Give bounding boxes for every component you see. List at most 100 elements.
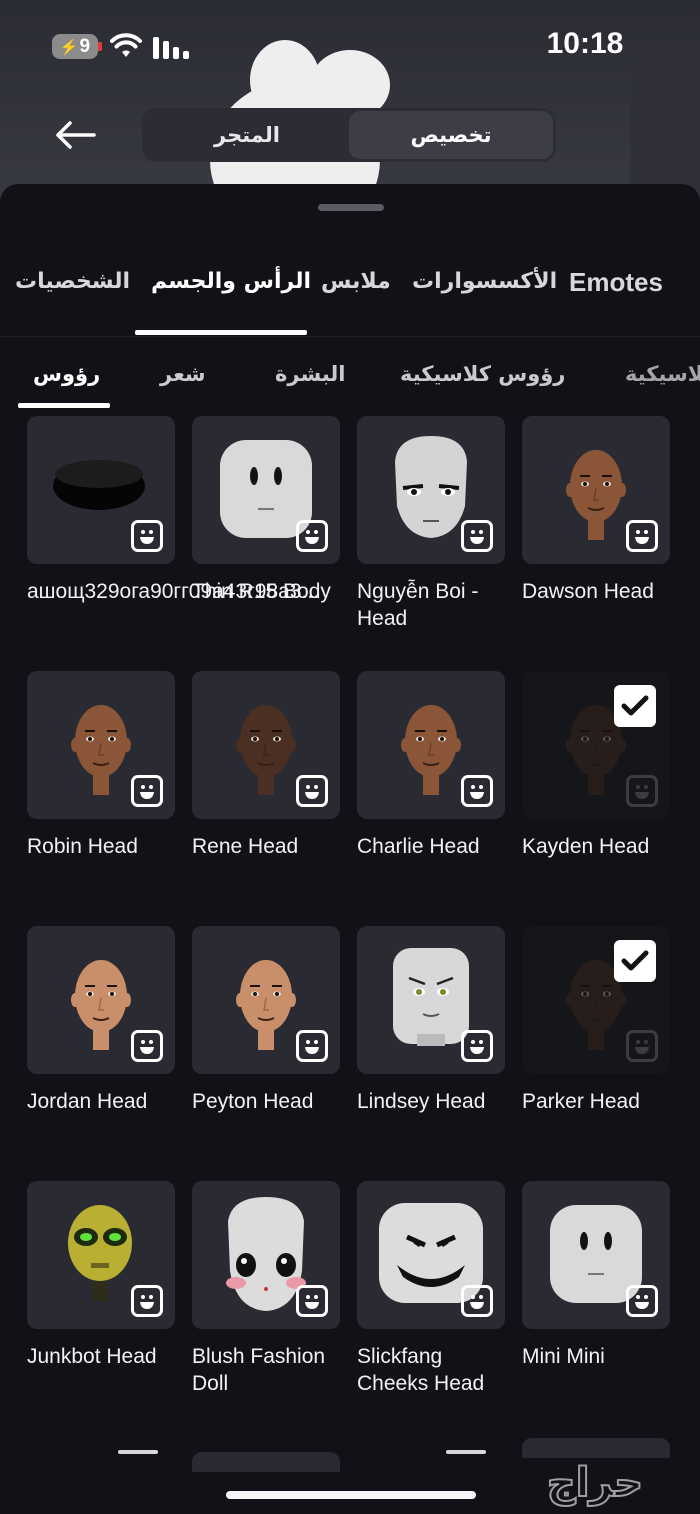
item-thumbnail[interactable] bbox=[192, 1181, 340, 1329]
item-thumbnail[interactable] bbox=[357, 926, 505, 1074]
grid-item-partial[interactable] bbox=[192, 1452, 340, 1472]
grid-item[interactable]: Junkbot Head bbox=[27, 1181, 175, 1370]
emote-badge-icon bbox=[461, 1285, 493, 1317]
subtab-classic[interactable]: كلاسيكية bbox=[625, 344, 700, 404]
equipped-check[interactable] bbox=[614, 940, 656, 982]
grid-item[interactable]: Jordan Head bbox=[27, 926, 175, 1115]
item-thumbnail[interactable] bbox=[27, 1181, 175, 1329]
item-name: Charlie Head bbox=[357, 835, 480, 858]
item-thumbnail[interactable] bbox=[192, 416, 340, 564]
emote-badge-icon bbox=[296, 520, 328, 552]
grid-item[interactable]: Parker Head bbox=[522, 926, 670, 1115]
grid-item[interactable]: Kayden Head bbox=[522, 671, 670, 860]
grid-item[interactable]: Lindsey Head bbox=[357, 926, 505, 1115]
item-thumbnail[interactable] bbox=[522, 1181, 670, 1329]
emote-badge-icon bbox=[461, 1030, 493, 1062]
subtab-classic-heads[interactable]: رؤوس كلاسيكية bbox=[400, 344, 565, 404]
segment-shop[interactable]: المتجر bbox=[145, 111, 349, 159]
clock: 10:18 bbox=[546, 27, 624, 60]
grid-item[interactable]: Thin R15 Body bbox=[192, 416, 340, 605]
item-thumbnail[interactable] bbox=[192, 926, 340, 1074]
grid-item[interactable]: Robin Head bbox=[27, 671, 175, 860]
smiley-icon bbox=[140, 1040, 154, 1054]
tab-head-body[interactable]: الرأس والجسم bbox=[151, 254, 311, 310]
grid-item[interactable]: Rene Head bbox=[192, 671, 340, 860]
item-thumbnail[interactable] bbox=[27, 416, 175, 564]
smiley-icon bbox=[635, 530, 649, 544]
arrow-left-icon bbox=[56, 121, 96, 149]
item-name: Nguyễn Boi - Head bbox=[357, 580, 479, 630]
smiley-icon bbox=[305, 1040, 319, 1054]
smiley-icon bbox=[635, 785, 649, 799]
item-thumbnail[interactable] bbox=[192, 671, 340, 819]
item-name: Slickfang Cheeks Head bbox=[357, 1345, 485, 1395]
item-name: Robin Head bbox=[27, 835, 138, 858]
back-button[interactable] bbox=[50, 112, 100, 158]
subcategory-tab-indicator bbox=[18, 403, 110, 408]
tab-accessories[interactable]: الأكسسوارات bbox=[412, 254, 557, 310]
sheet-grabber[interactable] bbox=[318, 204, 384, 211]
catalog-sheet: الشخصيات الرأس والجسم ملابس الأكسسوارات … bbox=[0, 184, 700, 1514]
item-thumbnail[interactable] bbox=[522, 416, 670, 564]
item-thumbnail[interactable] bbox=[27, 671, 175, 819]
emote-badge-icon bbox=[461, 520, 493, 552]
emote-badge-icon bbox=[131, 775, 163, 807]
emote-badge-icon bbox=[626, 775, 658, 807]
smiley-icon bbox=[470, 785, 484, 799]
smiley-icon bbox=[140, 785, 154, 799]
emote-badge-icon bbox=[626, 1285, 658, 1317]
status-bar: ⚡ 9 10:18 bbox=[0, 0, 700, 92]
home-indicator[interactable] bbox=[226, 1491, 476, 1499]
smiley-icon bbox=[305, 530, 319, 544]
item-thumbnail[interactable] bbox=[357, 416, 505, 564]
category-tabs: الشخصيات الرأس والجسم ملابس الأكسسوارات … bbox=[0, 254, 700, 314]
subtab-hair[interactable]: شعر bbox=[160, 344, 206, 404]
emote-badge-icon bbox=[296, 1030, 328, 1062]
battery-level: 9 bbox=[79, 35, 91, 57]
smiley-icon bbox=[305, 1295, 319, 1309]
item-thumbnail[interactable] bbox=[27, 926, 175, 1074]
cellular-signal-icon bbox=[153, 37, 189, 59]
item-thumbnail[interactable] bbox=[522, 671, 670, 819]
smiley-icon bbox=[470, 1040, 484, 1054]
tab-characters[interactable]: الشخصيات bbox=[15, 254, 130, 310]
segment-customize[interactable]: تخصيص bbox=[349, 111, 553, 159]
wifi-icon bbox=[110, 33, 142, 57]
item-name: Junkbot Head bbox=[27, 1345, 157, 1368]
item-name: ашощ329ога90гг09а43г98а3... bbox=[27, 580, 320, 603]
grid-item[interactable]: ашощ329ога90гг09а43г98а3... bbox=[27, 416, 320, 605]
item-thumbnail[interactable] bbox=[357, 1181, 505, 1329]
item-thumbnail[interactable] bbox=[357, 671, 505, 819]
grid-item[interactable]: Nguyễn Boi - Head bbox=[357, 416, 505, 632]
grid-item[interactable]: Peyton Head bbox=[192, 926, 340, 1115]
category-tab-indicator bbox=[135, 330, 307, 335]
grid-item[interactable]: Dawson Head bbox=[522, 416, 670, 605]
emote-badge-icon bbox=[131, 1285, 163, 1317]
subtab-skin[interactable]: البشرة bbox=[275, 344, 346, 404]
grid-item[interactable]: Slickfang Cheeks Head bbox=[357, 1181, 505, 1397]
smiley-icon bbox=[140, 1295, 154, 1309]
haraj-watermark-logo: حراج bbox=[546, 1459, 644, 1507]
emote-badge-icon bbox=[296, 1285, 328, 1317]
tab-emotes[interactable]: Emotes bbox=[569, 254, 663, 310]
item-name: Dawson Head bbox=[522, 580, 654, 603]
equipped-check[interactable] bbox=[614, 685, 656, 727]
subcategory-tabs: رؤوس شعر البشرة رؤوس كلاسيكية كلاسيكية bbox=[0, 344, 700, 408]
subtab-heads[interactable]: رؤوس bbox=[33, 344, 100, 404]
grid-item[interactable]: Charlie Head bbox=[357, 671, 505, 860]
emote-badge-icon bbox=[626, 520, 658, 552]
item-thumbnail[interactable] bbox=[522, 926, 670, 1074]
item-name: Thin R15 Body bbox=[192, 580, 331, 603]
smiley-icon bbox=[635, 1040, 649, 1054]
smiley-icon bbox=[470, 530, 484, 544]
grid-item[interactable]: Mini Mini bbox=[522, 1181, 670, 1370]
item-name: Peyton Head bbox=[192, 1090, 314, 1113]
emote-badge-icon bbox=[626, 1030, 658, 1062]
grid-item[interactable]: Blush Fashion Doll bbox=[192, 1181, 340, 1397]
mode-segmented-control: المتجر تخصيص bbox=[142, 108, 556, 162]
tab-clothing[interactable]: ملابس bbox=[321, 254, 391, 310]
smiley-icon bbox=[635, 1295, 649, 1309]
item-name: Mini Mini bbox=[522, 1345, 605, 1368]
emote-badge-icon bbox=[131, 520, 163, 552]
item-name: Blush Fashion Doll bbox=[192, 1345, 326, 1395]
